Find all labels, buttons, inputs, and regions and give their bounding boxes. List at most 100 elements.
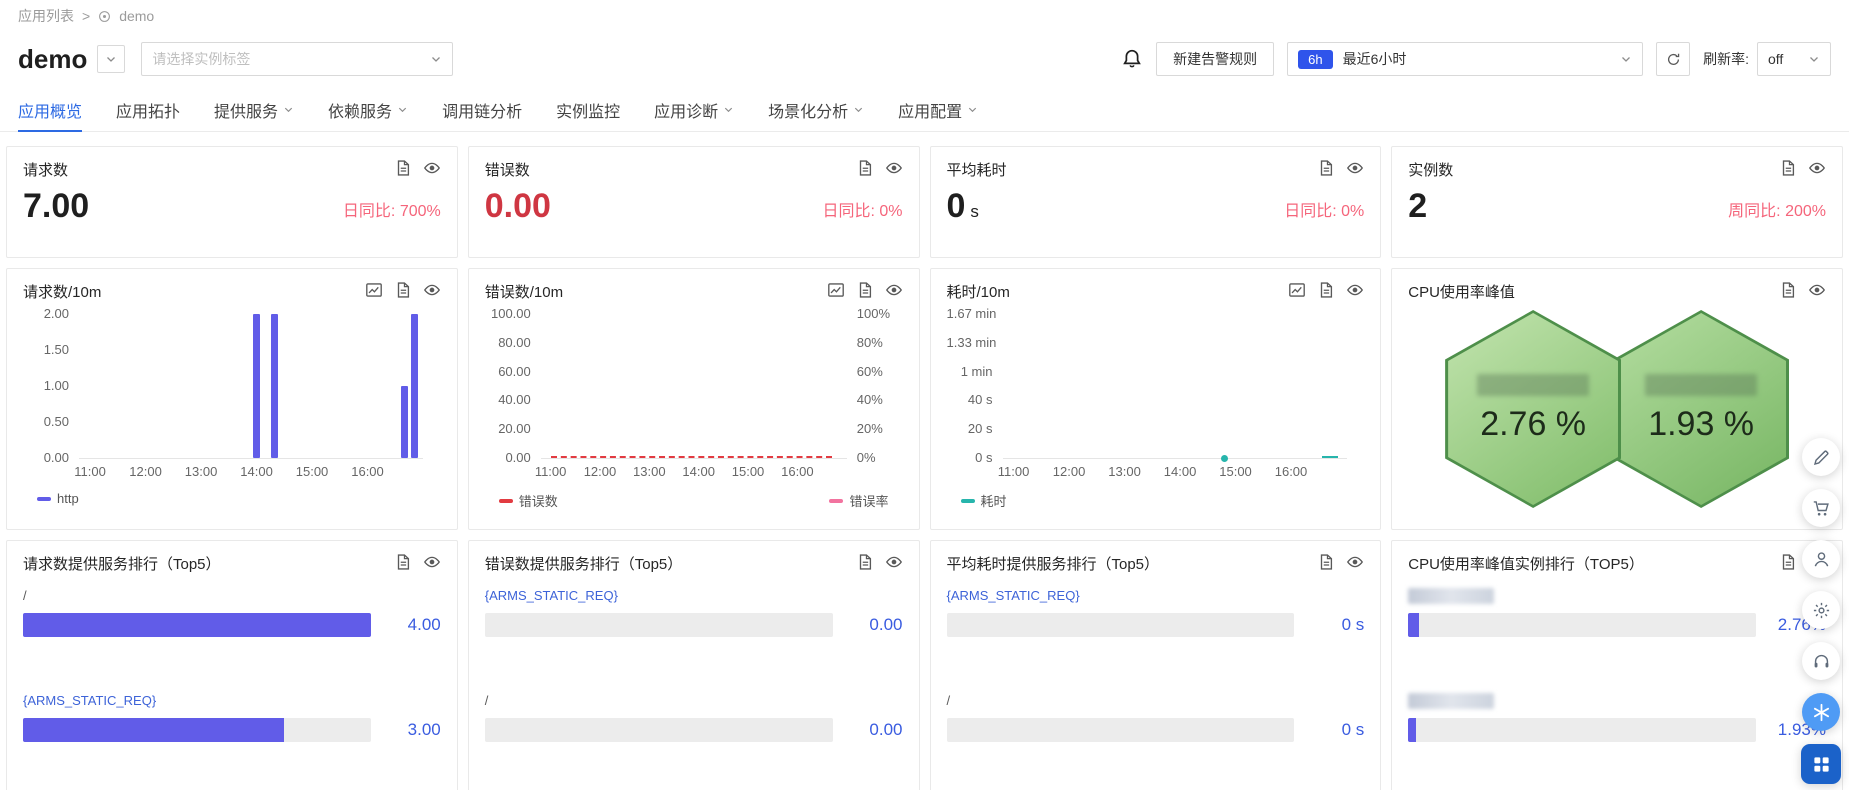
report-icon[interactable] [394, 281, 412, 299]
requests-chart: 2.00 1.50 1.00 0.50 0.00 11:00 12:00 13:00 14:00… [23, 306, 441, 482]
app-switch-dropdown[interactable] [97, 45, 126, 73]
chart-card-duration: 耗时/10m 1.67 min 1.33 min 1 min 40 s 20 s0 s1… [929, 268, 1382, 530]
eye-icon[interactable] [1346, 159, 1364, 177]
rank-label[interactable]: {ARMS_STATIC_REQ} [947, 588, 1365, 604]
support-button[interactable] [1802, 642, 1840, 680]
cart-button[interactable] [1802, 489, 1840, 527]
tab-dependent-services[interactable]: 依赖服务 [328, 88, 408, 131]
rank-label[interactable]: {ARMS_STATIC_REQ} [23, 693, 441, 709]
report-icon[interactable] [1779, 281, 1797, 299]
caret-down-icon [1808, 53, 1820, 65]
report-icon[interactable] [1317, 553, 1335, 571]
tab-scenario-analysis[interactable]: 场景化分析 [768, 88, 864, 131]
eye-icon[interactable] [1808, 281, 1826, 299]
rank-label[interactable]: / [23, 588, 441, 604]
eye-icon[interactable] [1808, 159, 1826, 177]
report-icon[interactable] [1317, 281, 1335, 299]
kpi-value: 0s [946, 187, 979, 225]
cpu-peak-card: CPU使用率峰值 2.76 % 1.93 % [1391, 268, 1843, 530]
tab-trace-analysis[interactable]: 调用链分析 [442, 88, 522, 131]
tab-app-overview[interactable]: 应用概览 [18, 88, 83, 132]
report-icon[interactable] [856, 553, 874, 571]
legend-item[interactable]: 错误数 [498, 491, 558, 510]
legend-item[interactable]: 耗时 [960, 491, 1007, 510]
report-icon[interactable] [856, 159, 874, 177]
tab-app-topology[interactable]: 应用拓扑 [116, 88, 180, 131]
rank-value: 0.00 [869, 615, 903, 634]
kpi-value: 2 [1408, 187, 1428, 225]
caret-down-icon [283, 104, 294, 115]
apps-button[interactable] [1801, 744, 1841, 784]
kpi-compare: 日同比: 700% [342, 203, 441, 221]
refresh-rate-control: 刷新率: off [1703, 42, 1831, 76]
instance-tag-select[interactable]: 请选择实例标签 [141, 42, 454, 76]
cpu-peak-value: 1.93 % [1648, 405, 1755, 443]
refresh-button[interactable] [1656, 42, 1691, 76]
tab-app-settings[interactable]: 应用配置 [898, 88, 978, 131]
alarm-bell-icon[interactable] [1121, 48, 1143, 70]
cart-icon [1812, 499, 1831, 518]
user-button[interactable] [1802, 540, 1840, 578]
cpu-hexagon-instance-2[interactable]: 1.93 % [1613, 310, 1790, 508]
rank-bar [1408, 718, 1756, 742]
app-circle-icon [98, 10, 111, 23]
tab-provided-services[interactable]: 提供服务 [214, 88, 294, 131]
assistant-button[interactable] [1802, 693, 1840, 731]
report-icon[interactable] [1779, 553, 1797, 571]
rank-label-redacted[interactable] [1408, 693, 1495, 709]
rank-item: / 0.00 [484, 693, 903, 742]
rank-item: / 4.00 [23, 588, 441, 637]
rank-card-requests: 请求数提供服务排行（Top5） / 4.00 {ARMS_STATIC_REQ}… [6, 540, 458, 790]
kpi-value: 7.00 [23, 187, 90, 225]
card-title: 实例数 [1408, 162, 1454, 179]
line-chart-icon[interactable] [365, 281, 383, 299]
report-icon[interactable] [1317, 159, 1335, 177]
legend-item[interactable]: 错误率 [829, 491, 889, 510]
rank-bar [23, 718, 371, 742]
report-icon[interactable] [394, 553, 412, 571]
eye-icon[interactable] [1346, 281, 1364, 299]
breadcrumb-current: demo [119, 8, 155, 24]
cpu-hexagon-instance-1[interactable]: 2.76 % [1445, 310, 1622, 508]
card-title: 平均耗时 [946, 162, 1007, 179]
time-range-select[interactable]: 6h 最近6小时 [1287, 42, 1644, 76]
caret-down-icon [723, 104, 734, 115]
rank-label-redacted[interactable] [1408, 588, 1495, 604]
refresh-rate-value: off [1768, 51, 1784, 67]
settings-button[interactable] [1802, 591, 1840, 629]
breadcrumb-app-list[interactable]: 应用列表 [18, 6, 74, 26]
eye-icon[interactable] [885, 281, 903, 299]
line-chart-icon[interactable] [827, 281, 845, 299]
tab-app-diagnosis[interactable]: 应用诊断 [654, 88, 734, 131]
headset-icon [1812, 652, 1831, 671]
card-title: 请求数 [23, 162, 69, 179]
edit-button[interactable] [1802, 438, 1840, 476]
rank-bar-fill [1408, 613, 1419, 637]
card-title: 错误数提供服务排行（Top5） [484, 556, 683, 573]
report-icon[interactable] [1779, 159, 1797, 177]
rank-value: 0.00 [869, 720, 903, 739]
rank-label[interactable]: / [485, 693, 903, 709]
tab-instance-monitoring[interactable]: 实例监控 [556, 88, 620, 131]
dashboard-grid: 请求数 7.00 日同比: 700% 错误数 0.00 日同比: 0% 平均耗时 [0, 132, 1849, 790]
kpi-value: 0.00 [484, 187, 551, 225]
report-icon[interactable] [856, 281, 874, 299]
eye-icon[interactable] [885, 553, 903, 571]
rank-item: 2.76% [1408, 588, 1826, 637]
eye-icon[interactable] [423, 553, 441, 571]
refresh-rate-select[interactable]: off [1757, 42, 1831, 76]
eye-icon[interactable] [423, 281, 441, 299]
line-chart-icon[interactable] [1288, 281, 1306, 299]
rank-bar [484, 613, 833, 637]
report-icon[interactable] [394, 159, 412, 177]
time-range-badge: 6h [1298, 49, 1333, 69]
rank-label[interactable]: {ARMS_STATIC_REQ} [485, 588, 903, 604]
breadcrumb-separator: > [82, 8, 91, 24]
rank-label[interactable]: / [947, 693, 1365, 709]
new-alarm-rule-button[interactable]: 新建告警规则 [1156, 42, 1275, 76]
eye-icon[interactable] [423, 159, 441, 177]
legend-item[interactable]: http [37, 491, 79, 506]
eye-icon[interactable] [1346, 553, 1364, 571]
eye-icon[interactable] [885, 159, 903, 177]
redacted-instance-name [1477, 374, 1590, 396]
